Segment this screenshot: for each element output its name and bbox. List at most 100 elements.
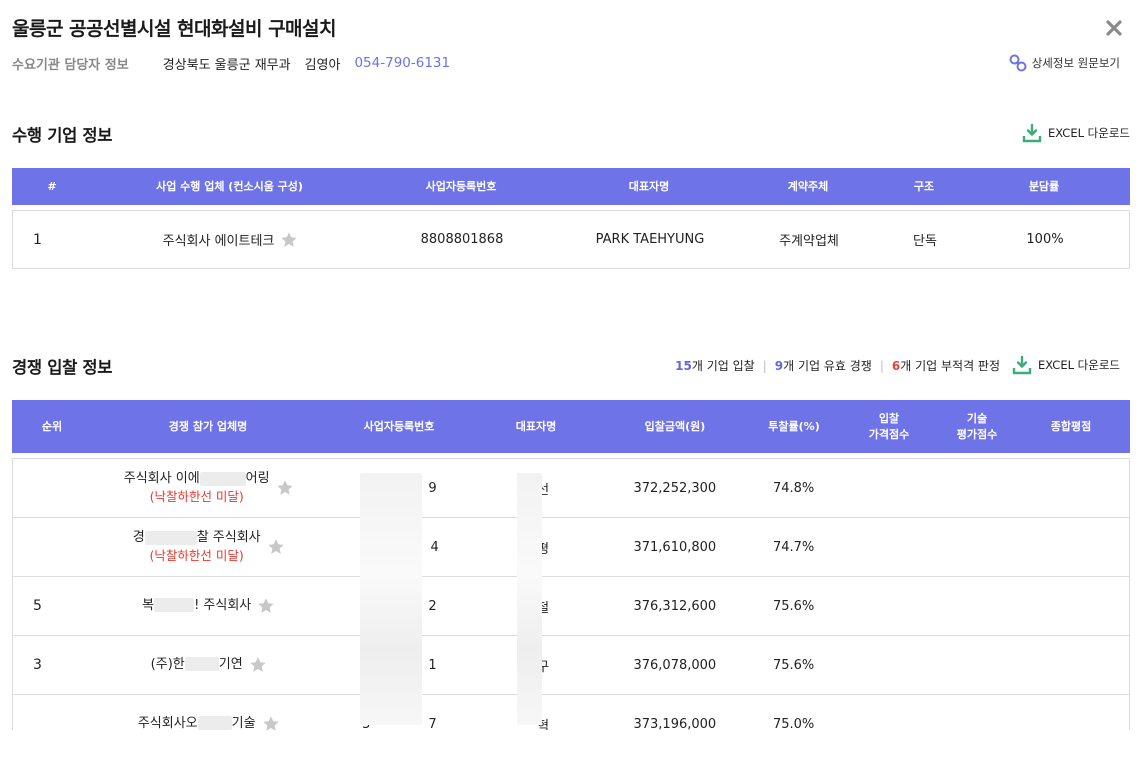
row-amount: 371,610,800 [633,539,717,555]
row-rate: 75.6% [772,598,815,614]
col-tech-score-line2: 평가점수 [956,427,998,441]
row-company-cell: 복 ! 주식회사 [93,597,325,615]
row-rate: 74.8% [772,480,815,496]
row-company[interactable]: (주)한 기연 [151,656,243,674]
redacted-text [144,530,197,545]
col-ceo: 대표자명 [628,179,670,193]
company-part-b: ! 주식회사 [194,597,252,613]
company-part-b: 기연 [218,656,243,672]
col-rank: 순위 [41,419,63,433]
performer-table-header: # 사업 수행 업체 (컨소시움 구성) 사업자등록번호 대표자명 계약주체 구… [12,168,1130,205]
favorite-button[interactable] [276,479,294,497]
col-total-score: 종합평점 [1050,419,1092,433]
stat-invalid-count: 6 [891,358,901,373]
row-company[interactable]: 주식회사 이에 어링 [124,470,270,488]
company-part-a: 경 [132,530,145,546]
row-amount: 376,312,600 [633,598,717,614]
col-reg-no: 사업자등록번호 [425,179,497,193]
company-part-a: 주식회사오 [137,715,198,731]
download-icon [1012,355,1032,375]
favorite-button[interactable] [280,231,298,249]
company-name-wrap: 경 찰 주식회사 (낙찰하한선 미달) [133,529,285,565]
star-icon [258,598,274,613]
performer-section-title: 수행 기업 정보 [12,126,113,145]
contact-info-row: 수요기관 담당자 정보 경상북도 울릉군 재무과 김영아 054-790-613… [12,54,450,73]
favorite-button[interactable] [267,538,285,556]
col-structure: 구조 [913,179,935,193]
contact-label: 수요기관 담당자 정보 [12,57,129,73]
row-rate: 75.6% [772,657,815,673]
col-bid-ceo: 대표자명 [515,419,557,433]
company-part-a: (주)한 [150,656,185,672]
col-company: 사업 수행 업체 (컨소시움 구성) [156,179,303,193]
download-icon [1022,123,1042,143]
performer-excel-button[interactable]: EXCEL 다운로드 [1022,123,1130,143]
row-share: 100% [1026,232,1064,247]
table-row[interactable]: 경찰 주식회사(낙찰하한선 미달)1:4평371,610,80074.7% [12,517,1130,577]
performer-table-body: 1 주식회사 에이트테크 8808801868 PARK TAEHYUNG 주계… [12,210,1130,269]
reg-part-b: 1 [428,657,437,673]
redacted-text [184,657,219,672]
table-row[interactable]: 주식회사 이에어링(낙찰하한선 미달)19선372,252,30074.8% [12,458,1130,518]
company-part-a: 주식회사 이에 [123,471,200,487]
row-no: 1 [33,231,42,248]
favorite-button[interactable] [249,656,267,674]
redacted-text [199,471,246,486]
bidding-excel-label: EXCEL 다운로드 [1038,358,1120,372]
col-bid-amount: 입찰금액(원) [644,419,706,433]
col-bid-company: 경쟁 참가 업체명 [168,419,248,433]
warn-label: (낙찰하한선 미달) [149,489,244,505]
link-icon [1009,54,1027,72]
table-row[interactable]: 1 주식회사 에이트테크 8808801868 PARK TAEHYUNG 주계… [12,210,1130,269]
col-bid-reg-no: 사업자등록번호 [363,419,435,433]
col-share: 분담률 [1028,179,1060,193]
stat-valid-text: 개 기업 유효 경쟁 [783,359,872,373]
detail-link[interactable]: 상세정보 원문보기 [1008,53,1120,73]
favorite-button[interactable] [257,597,275,615]
row-rate: 74.7% [772,539,815,555]
bottom-cutoff [0,730,1148,774]
row-amount: 376,078,000 [633,657,717,673]
detail-link-label: 상세정보 원문보기 [1031,56,1120,70]
reg-part-b: 4 [430,539,439,555]
redaction-blur [360,473,422,725]
company-name-wrap: (주)한 기연 [151,656,267,674]
bidding-excel-button[interactable]: EXCEL 다운로드 [1012,355,1120,375]
row-company[interactable]: 경 찰 주식회사 [133,529,261,547]
stat-bid-text: 개 기업 입찰 [691,359,755,373]
close-button[interactable] [1104,18,1124,38]
company-block: 복 ! 주식회사 [142,597,251,615]
stat-valid-count: 9 [774,358,784,373]
row-company[interactable]: 주식회사 에이트테크 [163,230,275,249]
page-title: 울릉군 공공선별시설 현대화설비 구매설치 [12,18,337,40]
col-bid-rate: 투찰률(%) [768,419,820,433]
stat-separator: | [762,358,767,373]
company-part-b: 찰 주식회사 [196,530,261,546]
col-price-score: 입찰 가격점수 [836,411,942,443]
company-name-wrap: 복 ! 주식회사 [142,597,275,615]
reg-part-b: 9 [428,480,437,496]
close-icon [1106,20,1122,36]
row-company[interactable]: 복 ! 주식회사 [142,597,251,615]
col-no: # [47,179,57,193]
col-tech-score-line1: 기술 [966,411,988,425]
company-name-wrap: 주식회사 이에 어링 (낙찰하한선 미달) [124,470,294,506]
stat-separator: | [879,358,884,373]
table-row[interactable]: 5복! 주식회사12철376,312,60075.6% [12,576,1130,636]
star-icon [281,231,298,247]
company-part-a: 복 [142,597,155,613]
row-company-cell: 경 찰 주식회사 (낙찰하한선 미달) [93,529,325,565]
row-rank: 5 [33,598,42,614]
stat-bid-count: 15 [675,358,692,373]
contact-phone[interactable]: 054-790-6131 [354,55,450,71]
col-price-score-line2: 가격점수 [868,427,910,441]
bid-stats: 15 개 기업 입찰 | 9 개 기업 유효 경쟁 | 6 개 기업 부적격 판… [675,357,1000,374]
bidding-table-header: 순위 경쟁 참가 업체명 사업자등록번호 대표자명 입찰금액(원) 투찰률(%)… [12,400,1130,453]
table-row[interactable]: 3(주)한기연11구376,078,00075.6% [12,635,1130,695]
star-icon [276,480,293,495]
star-icon [250,657,266,672]
stat-invalid-text: 개 기업 부적격 판정 [900,359,1000,373]
redacted-text [154,598,195,613]
row-company-cell: 주식회사 이에 어링 (낙찰하한선 미달) [93,470,325,506]
row-amount: 372,252,300 [633,480,717,496]
